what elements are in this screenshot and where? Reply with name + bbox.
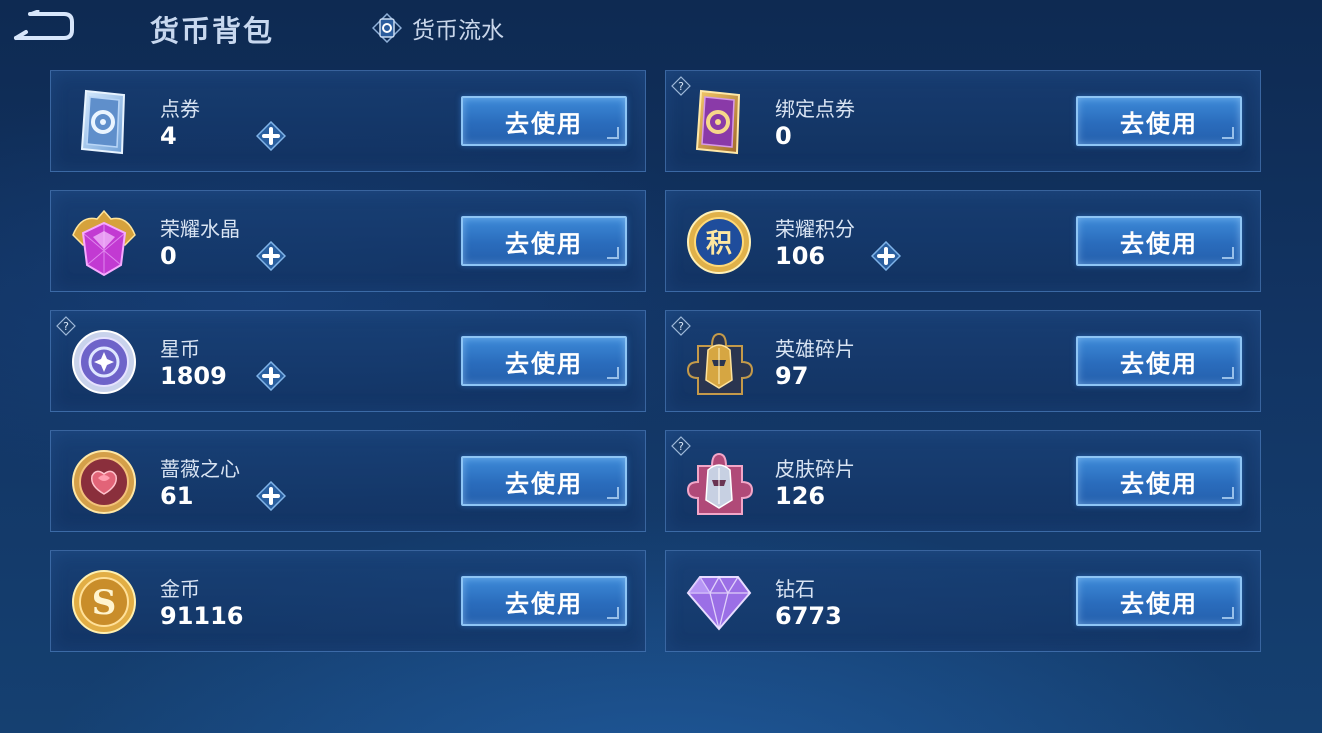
currency-card-glory-points: 积 荣耀积分 106 去使用 xyxy=(665,190,1261,292)
currency-card-glory-crystal: 荣耀水晶 0 去使用 xyxy=(50,190,646,292)
currency-value: 0 xyxy=(775,122,792,150)
add-glory-crystal-button[interactable] xyxy=(255,240,287,272)
currency-name: 金币 xyxy=(160,577,200,601)
currency-value: 91116 xyxy=(160,602,244,630)
use-hero-fragment-button[interactable]: 去使用 xyxy=(1076,336,1242,386)
rose-heart-icon xyxy=(67,445,141,519)
plus-icon xyxy=(870,240,902,272)
use-bound-coupon-button[interactable]: 去使用 xyxy=(1076,96,1242,146)
top-bar: 货币背包 货币流水 xyxy=(0,0,1322,60)
plus-icon xyxy=(255,240,287,272)
bound-coupon-ticket-icon xyxy=(682,85,756,159)
currency-card-rose-heart: 蔷薇之心 61 去使用 xyxy=(50,430,646,532)
currency-value: 6773 xyxy=(775,602,842,630)
glory-crystal-icon xyxy=(67,205,141,279)
currency-card-gold-coin: S 金币 91116 去使用 xyxy=(50,550,646,652)
currency-value: 4 xyxy=(160,122,177,150)
use-skin-fragment-button[interactable]: 去使用 xyxy=(1076,456,1242,506)
svg-text:积: 积 xyxy=(706,229,732,259)
add-coupon-button[interactable] xyxy=(255,120,287,152)
currency-flow-label: 货币流水 xyxy=(412,18,504,44)
currency-name: 蔷薇之心 xyxy=(160,457,240,481)
add-glory-points-button[interactable] xyxy=(870,240,902,272)
plus-icon xyxy=(255,360,287,392)
hero-fragment-icon xyxy=(682,325,756,399)
use-glory-crystal-button[interactable]: 去使用 xyxy=(461,216,627,266)
currency-name: 星币 xyxy=(160,337,200,361)
plus-icon xyxy=(255,120,287,152)
currency-name: 点券 xyxy=(160,97,200,121)
add-rose-heart-button[interactable] xyxy=(255,480,287,512)
currency-card-diamond: 钻石 6773 去使用 xyxy=(665,550,1261,652)
currency-flow-tab[interactable]: 货币流水 xyxy=(371,10,504,46)
currency-card-star-coin: ? 星币 1809 去使用 xyxy=(50,310,646,412)
currency-value: 61 xyxy=(160,482,194,510)
currency-name: 荣耀积分 xyxy=(775,217,855,241)
currency-flow-icon xyxy=(371,12,403,44)
currency-card-skin-fragment: ? 皮肤碎片 126 去使用 xyxy=(665,430,1261,532)
currency-name: 绑定点券 xyxy=(775,97,855,121)
use-coupon-button[interactable]: 去使用 xyxy=(461,96,627,146)
currency-name: 皮肤碎片 xyxy=(775,457,855,481)
use-diamond-button[interactable]: 去使用 xyxy=(1076,576,1242,626)
add-star-coin-button[interactable] xyxy=(255,360,287,392)
star-coin-icon xyxy=(67,325,141,399)
use-glory-points-button[interactable]: 去使用 xyxy=(1076,216,1242,266)
gold-coin-icon: S xyxy=(67,565,141,639)
svg-text:S: S xyxy=(92,583,117,623)
currency-value: 0 xyxy=(160,242,177,270)
glory-points-icon: 积 xyxy=(682,205,756,279)
currency-value: 106 xyxy=(775,242,826,270)
currency-card-bound-coupon: ? 绑定点券 0 去使用 xyxy=(665,70,1261,172)
back-button[interactable] xyxy=(8,9,74,44)
currency-value: 97 xyxy=(775,362,809,390)
back-arrow-icon xyxy=(14,9,74,40)
currency-name: 英雄碎片 xyxy=(775,337,855,361)
use-star-coin-button[interactable]: 去使用 xyxy=(461,336,627,386)
currency-name: 荣耀水晶 xyxy=(160,217,240,241)
currency-card-coupon: 点券 4 去使用 xyxy=(50,70,646,172)
coupon-ticket-icon xyxy=(67,85,141,159)
use-rose-heart-button[interactable]: 去使用 xyxy=(461,456,627,506)
diamond-icon xyxy=(682,565,756,639)
currency-value: 1809 xyxy=(160,362,227,390)
currency-name: 钻石 xyxy=(775,577,815,601)
skin-fragment-icon xyxy=(682,445,756,519)
use-gold-coin-button[interactable]: 去使用 xyxy=(461,576,627,626)
page-title: 货币背包 xyxy=(150,14,275,48)
currency-value: 126 xyxy=(775,482,826,510)
plus-icon xyxy=(255,480,287,512)
currency-card-hero-fragment: ? 英雄碎片 97 去使用 xyxy=(665,310,1261,412)
